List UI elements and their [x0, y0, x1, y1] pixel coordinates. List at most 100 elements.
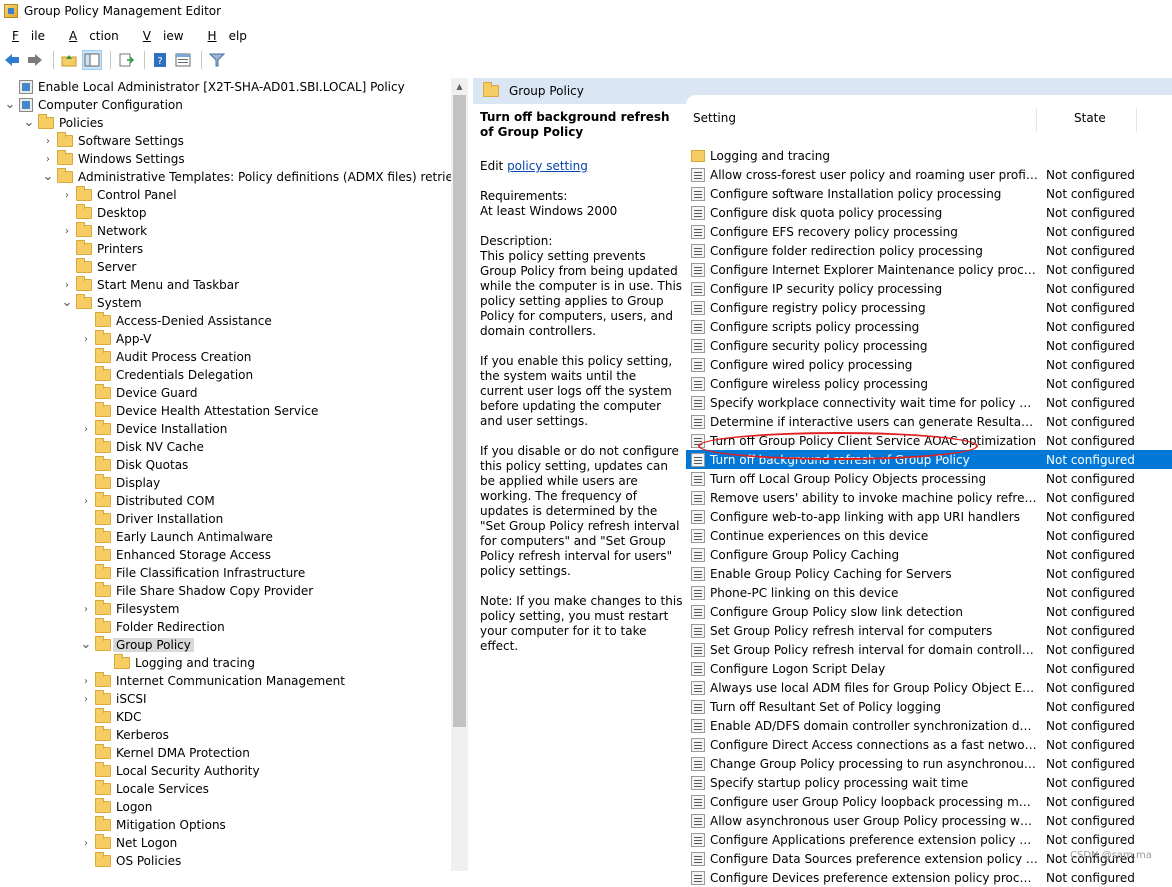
chevron-right-icon[interactable]: ›: [61, 190, 73, 201]
tree-item[interactable]: File Share Shadow Copy Provider: [80, 582, 313, 600]
tree-item[interactable]: › Net Logon: [80, 834, 177, 852]
tree-item[interactable]: Device Guard: [80, 384, 197, 402]
tree-item[interactable]: › Distributed COM: [80, 492, 215, 510]
list-item[interactable]: Configure user Group Policy loopback pro…: [686, 792, 1172, 811]
list-item[interactable]: Determine if interactive users can gener…: [686, 412, 1172, 431]
tree-item[interactable]: Printers: [61, 240, 143, 258]
tree-item[interactable]: Enhanced Storage Access: [80, 546, 271, 564]
tree-item[interactable]: › Control Panel: [61, 186, 177, 204]
tree-item[interactable]: › Internet Communication Management: [80, 672, 345, 690]
list-item[interactable]: Configure Direct Access connections as a…: [686, 735, 1172, 754]
tree-item[interactable]: › App-V: [80, 330, 151, 348]
tree-item[interactable]: Device Health Attestation Service: [80, 402, 318, 420]
tree-item[interactable]: Disk NV Cache: [80, 438, 204, 456]
tree-item[interactable]: Driver Installation: [80, 510, 223, 528]
tree-item[interactable]: Mitigation Options: [80, 816, 226, 834]
list-item[interactable]: Configure Internet Explorer Maintenance …: [686, 260, 1172, 279]
tree-item[interactable]: Disk Quotas: [80, 456, 188, 474]
chevron-right-icon[interactable]: ›: [80, 838, 92, 849]
chevron-down-icon[interactable]: ⌄: [42, 170, 54, 183]
list-item[interactable]: Configure folder redirection policy proc…: [686, 241, 1172, 260]
tree-item[interactable]: Logging and tracing: [99, 654, 255, 672]
list-item[interactable]: Set Group Policy refresh interval for do…: [686, 640, 1172, 659]
chevron-right-icon[interactable]: ›: [80, 604, 92, 615]
chevron-right-icon[interactable]: ›: [80, 676, 92, 687]
list-item[interactable]: Enable AD/DFS domain controller synchron…: [686, 716, 1172, 735]
column-header-state[interactable]: State: [1074, 111, 1106, 125]
list-item[interactable]: Allow cross-forest user policy and roami…: [686, 165, 1172, 184]
chevron-right-icon[interactable]: ›: [61, 226, 73, 237]
chevron-right-icon[interactable]: ›: [42, 154, 54, 165]
tree-item[interactable]: ⌄ System: [61, 294, 142, 312]
tree-item[interactable]: OS Policies: [80, 852, 181, 870]
chevron-right-icon[interactable]: ›: [80, 334, 92, 345]
list-item[interactable]: Configure Applications preference extens…: [686, 830, 1172, 849]
menu-item-2[interactable]: View: [131, 29, 196, 43]
tree-item[interactable]: Early Launch Antimalware: [80, 528, 273, 546]
list-item[interactable]: Configure disk quota policy processing No…: [686, 203, 1172, 222]
list-item[interactable]: Remove users' ability to invoke machine …: [686, 488, 1172, 507]
scrollbar-thumb[interactable]: [453, 95, 466, 727]
chevron-down-icon[interactable]: ⌄: [61, 296, 73, 309]
list-item[interactable]: Turn off Local Group Policy Objects proc…: [686, 469, 1172, 488]
chevron-right-icon[interactable]: ›: [42, 136, 54, 147]
show-hide-tree-icon[interactable]: [82, 50, 102, 70]
help-icon[interactable]: ?: [150, 50, 170, 70]
list-item[interactable]: Configure Group Policy Caching Not config…: [686, 545, 1172, 564]
tree-item[interactable]: Display: [80, 474, 160, 492]
list-item[interactable]: Allow asynchronous user Group Policy pro…: [686, 811, 1172, 830]
tree-item[interactable]: Credentials Delegation: [80, 366, 253, 384]
tree-item[interactable]: File Classification Infrastructure: [80, 564, 305, 582]
list-item[interactable]: Phone-PC linking on this device Not confi…: [686, 583, 1172, 602]
tree-item[interactable]: Logon: [80, 798, 152, 816]
tree-item[interactable]: › iSCSI: [80, 690, 147, 708]
chevron-right-icon[interactable]: ›: [61, 280, 73, 291]
tree-item[interactable]: › Network: [61, 222, 147, 240]
tree-item[interactable]: Enable Local Administrator [X2T-SHA-AD01…: [4, 78, 405, 96]
tree-scrollbar[interactable]: ▲: [451, 78, 468, 871]
list-item[interactable]: Configure wired policy processing Not con…: [686, 355, 1172, 374]
filter-icon[interactable]: [207, 50, 227, 70]
tree-item[interactable]: › Start Menu and Taskbar: [61, 276, 239, 294]
list-item[interactable]: Continue experiences on this device Not c…: [686, 526, 1172, 545]
list-item[interactable]: Configure wireless policy processing Not …: [686, 374, 1172, 393]
list-item[interactable]: Specify workplace connectivity wait time…: [686, 393, 1172, 412]
chevron-right-icon[interactable]: ›: [80, 424, 92, 435]
properties-icon[interactable]: [173, 50, 193, 70]
tree-item[interactable]: Server: [61, 258, 136, 276]
tree-item[interactable]: Locale Services: [80, 780, 209, 798]
tree-item[interactable]: Access-Denied Assistance: [80, 312, 272, 330]
menu-item-3[interactable]: Help: [196, 29, 259, 43]
tree-item[interactable]: Audit Process Creation: [80, 348, 251, 366]
list-item[interactable]: Configure registry policy processing Not …: [686, 298, 1172, 317]
list-item[interactable]: Change Group Policy processing to run as…: [686, 754, 1172, 773]
list-item[interactable]: Configure EFS recovery policy processing…: [686, 222, 1172, 241]
list-item[interactable]: Set Group Policy refresh interval for co…: [686, 621, 1172, 640]
list-item[interactable]: Turn off Resultant Set of Policy logging…: [686, 697, 1172, 716]
menu-item-0[interactable]: File: [0, 29, 57, 43]
tree-item[interactable]: › Software Settings: [42, 132, 184, 150]
list-item[interactable]: Configure Group Policy slow link detecti…: [686, 602, 1172, 621]
tree-item[interactable]: › Windows Settings: [42, 150, 185, 168]
chevron-down-icon[interactable]: ⌄: [80, 638, 92, 651]
list-item[interactable]: Always use local ADM files for Group Pol…: [686, 678, 1172, 697]
tree-item[interactable]: ⌄ Administrative Templates: Policy defini…: [42, 168, 466, 186]
tree-item[interactable]: › Filesystem: [80, 600, 179, 618]
chevron-down-icon[interactable]: ⌄: [23, 116, 35, 129]
tree-item[interactable]: Local Security Authority: [80, 762, 260, 780]
column-header-setting[interactable]: Setting: [693, 111, 736, 125]
scroll-up-arrow-icon[interactable]: ▲: [451, 78, 468, 95]
tree-item[interactable]: ⌄ Policies: [23, 114, 103, 132]
list-item[interactable]: Configure web-to-app linking with app UR…: [686, 507, 1172, 526]
tree-item[interactable]: Kernel DMA Protection: [80, 744, 250, 762]
export-list-icon[interactable]: [116, 50, 136, 70]
list-item[interactable]: Configure scripts policy processing Not c…: [686, 317, 1172, 336]
forward-icon[interactable]: [25, 50, 45, 70]
tree-item[interactable]: Folder Redirection: [80, 618, 225, 636]
tree-item[interactable]: Desktop: [61, 204, 147, 222]
chevron-right-icon[interactable]: ›: [80, 496, 92, 507]
chevron-right-icon[interactable]: ›: [80, 694, 92, 705]
chevron-down-icon[interactable]: ⌄: [4, 98, 16, 111]
tree-item[interactable]: ⌄ Group Policy: [80, 636, 194, 654]
tree-item[interactable]: › Device Installation: [80, 420, 227, 438]
